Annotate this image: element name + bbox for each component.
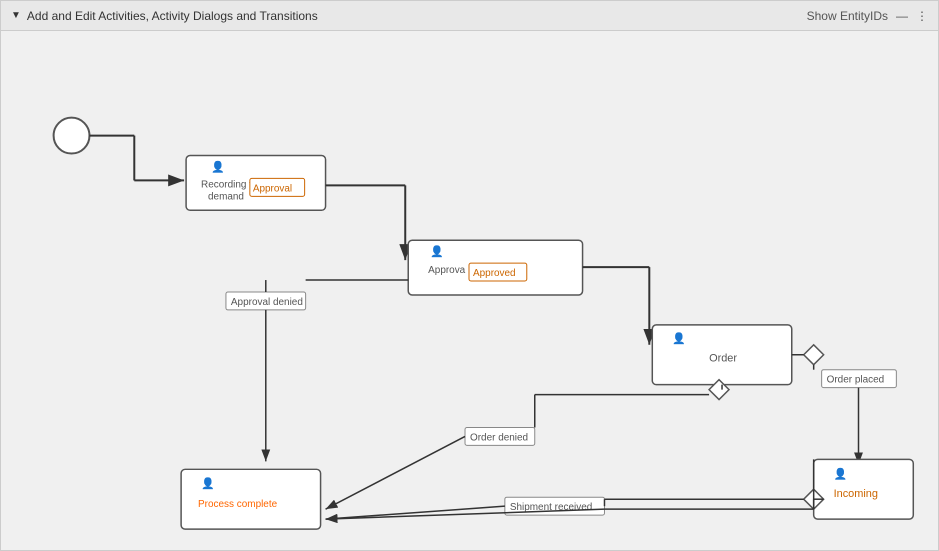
svg-text:👤: 👤 — [430, 245, 444, 258]
diagram-area: 👤 Recording t demand Approval 👤 Approva … — [1, 31, 938, 550]
approval-node[interactable]: 👤 Approva Approved — [408, 240, 582, 295]
svg-text:demand: demand — [208, 191, 244, 202]
svg-text:Order placed: Order placed — [827, 375, 885, 386]
page-title: Add and Edit Activities, Activity Dialog… — [27, 9, 318, 23]
approval-denied-transition[interactable]: Approval denied — [226, 292, 306, 310]
order-split-diamond — [804, 345, 824, 365]
process-complete-node[interactable]: 👤 Process complete — [181, 469, 320, 529]
expand-icon[interactable]: — — [896, 9, 908, 23]
order-denied-transition[interactable]: Order denied — [465, 427, 535, 445]
svg-text:Approval denied: Approval denied — [231, 297, 303, 308]
more-icon[interactable]: ⋮ — [916, 9, 928, 23]
title-bar: ▼ Add and Edit Activities, Activity Dial… — [1, 1, 938, 31]
main-container: ▼ Add and Edit Activities, Activity Dial… — [0, 0, 939, 551]
svg-text:Process complete: Process complete — [198, 499, 278, 510]
start-node[interactable] — [54, 118, 90, 154]
svg-text:Recording t: Recording t — [201, 179, 252, 190]
svg-text:Order denied: Order denied — [470, 432, 528, 443]
show-entity-ids-button[interactable]: Show EntityIDs — [807, 9, 888, 23]
svg-text:Approval: Approval — [253, 183, 292, 194]
order-placed-transition[interactable]: Order placed — [822, 370, 897, 388]
recording-demand-node[interactable]: 👤 Recording t demand Approval — [186, 156, 325, 211]
svg-text:👤: 👤 — [201, 477, 215, 490]
svg-text:Approva: Approva — [428, 265, 466, 276]
svg-text:Order: Order — [709, 353, 737, 365]
svg-text:👤: 👤 — [834, 467, 848, 480]
collapse-icon[interactable]: ▼ — [11, 10, 21, 21]
incoming-node[interactable]: 👤 Incoming — [814, 459, 914, 519]
svg-text:Incoming: Incoming — [834, 488, 878, 500]
svg-text:👤: 👤 — [672, 332, 686, 345]
svg-text:Approved: Approved — [473, 268, 516, 279]
svg-text:👤: 👤 — [211, 160, 225, 173]
title-right: Show EntityIDs — ⋮ — [807, 9, 928, 23]
title-left: ▼ Add and Edit Activities, Activity Dial… — [11, 9, 318, 23]
order-node[interactable]: 👤 Order — [652, 325, 791, 385]
